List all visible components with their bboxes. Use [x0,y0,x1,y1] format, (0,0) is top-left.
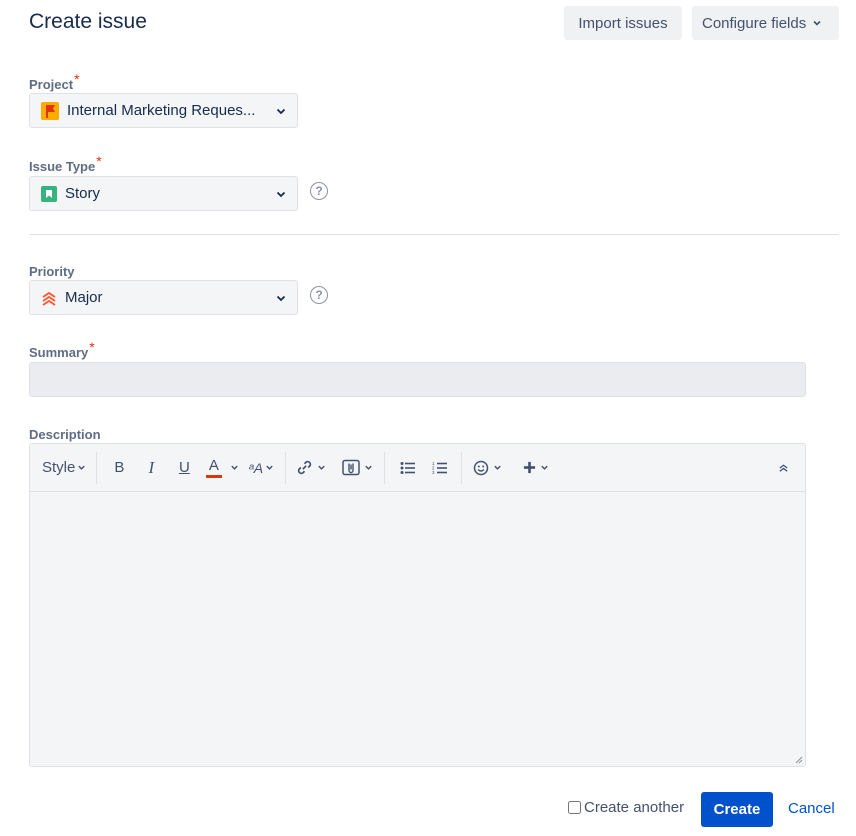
attachment-icon [342,459,360,476]
text-color-icon: A [205,458,222,478]
text-effects-button[interactable]: ᵃA [243,452,279,484]
style-label: Style [42,459,76,476]
chevron-down-icon [494,465,501,470]
attachment-button[interactable] [336,452,378,484]
chevron-down-icon [231,465,238,470]
chevron-down-icon [276,295,286,301]
emoji-icon [473,460,489,475]
toolbar-separator [461,451,463,484]
bold-icon: B [114,459,125,476]
cancel-link[interactable]: Cancel [788,800,835,817]
numbered-list-icon: 1 2 3 [432,461,447,475]
chevron-down-icon [541,465,549,470]
link-button[interactable] [292,452,330,484]
text-color-button[interactable]: A [201,452,243,484]
issue-type-select[interactable]: Story [29,176,298,211]
priority-select[interactable]: Major [29,280,298,315]
create-another-label: Create another [584,799,685,816]
style-dropdown[interactable]: Style [38,452,90,484]
description-label: Description [29,427,101,442]
toolbar-separator [285,451,287,484]
bold-button[interactable]: B [103,452,135,484]
underline-icon: U [178,459,190,476]
italic-icon: I [148,457,155,477]
project-label: Project* [29,70,80,92]
required-mark: * [89,338,95,355]
svg-text:3: 3 [432,470,435,475]
chevron-down-icon [365,465,372,470]
chevron-down-icon [276,191,286,197]
chevron-down-icon [78,465,86,470]
emoji-button[interactable] [468,452,506,484]
italic-button[interactable]: I [135,452,167,484]
configure-fields-button[interactable]: Configure fields [692,6,839,40]
configure-fields-label: Configure fields [702,14,807,32]
help-icon[interactable]: ? [310,182,328,200]
toolbar-separator [384,451,386,484]
bullet-list-icon [400,461,415,474]
help-icon[interactable]: ? [310,286,328,304]
description-textarea[interactable] [30,492,805,766]
page-title: Create issue [29,10,147,33]
issue-type-label: Issue Type* [29,152,102,174]
link-icon [298,460,312,475]
editor-toolbar: Style B I U A ᵃA 1 2 3 [30,444,805,492]
chevron-down-icon [266,465,273,470]
required-mark: * [96,152,102,169]
chevron-down-icon [318,465,326,470]
divider [29,234,839,235]
priority-value: Major [65,289,103,306]
summary-label: Summary* [29,338,95,360]
resize-handle-icon[interactable] [795,756,803,764]
toolbar-separator [96,451,98,484]
import-issues-label: Import issues [578,14,668,32]
double-chevron-up-icon [778,464,788,472]
project-value: Internal Marketing Reques... [67,102,256,119]
import-issues-button[interactable]: Import issues [564,6,682,40]
summary-input[interactable] [29,362,806,397]
insert-more-button[interactable] [516,452,556,484]
bullet-list-button[interactable] [391,452,423,484]
underline-button[interactable]: U [167,452,201,484]
create-another-option[interactable]: Create another [568,799,684,816]
collapse-toolbar-button[interactable] [773,452,793,484]
priority-major-icon [42,291,56,306]
chevron-down-icon [276,108,286,114]
chevron-down-icon [813,20,821,26]
project-select[interactable]: Internal Marketing Reques... [29,93,298,128]
story-icon [41,185,57,202]
numbered-list-button[interactable]: 1 2 3 [423,452,455,484]
description-editor: Style B I U A ᵃA 1 2 3 [29,443,806,767]
create-another-checkbox[interactable] [568,801,581,814]
project-flag-icon [41,101,59,120]
priority-label: Priority [29,264,75,279]
issue-type-value: Story [65,185,101,202]
text-effects-icon: ᵃA [248,459,264,476]
plus-icon [524,461,536,474]
create-button[interactable]: Create [701,792,773,827]
required-mark: * [74,70,80,87]
